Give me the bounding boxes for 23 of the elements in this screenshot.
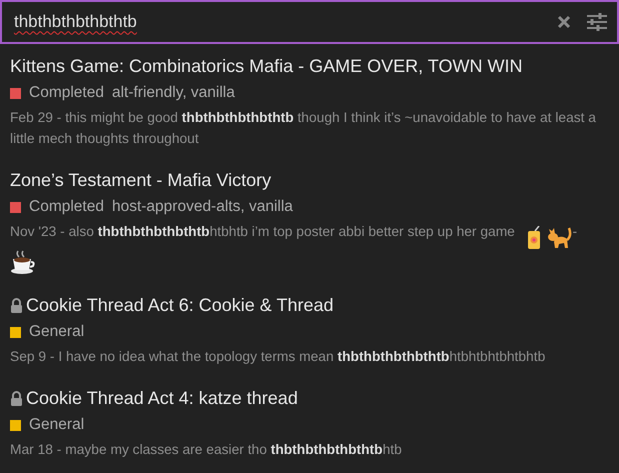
coffee-icon	[10, 250, 36, 274]
snippet-text: -	[572, 224, 578, 239]
sliders-icon	[587, 13, 607, 31]
result-snippet: Feb 29 - this might be good thbthbthbthbthtb though I think it’s ~unavoidable to have at least a little mech thoughts throughout	[10, 110, 596, 146]
result-snippet: Mar 18 - maybe my classes are easier tho thbthbthbthbthtbhtb	[10, 442, 402, 458]
cat-icon	[546, 226, 573, 250]
category-label[interactable]: General	[29, 322, 84, 342]
lock-icon	[10, 390, 23, 406]
category-label[interactable]: Completed	[29, 83, 104, 103]
search-field[interactable]: thbthbthbthbthtb	[14, 9, 553, 35]
category-label[interactable]: Completed	[29, 197, 104, 217]
result-title[interactable]: Zone’s Testament - Mafia Victory	[10, 168, 272, 192]
result-title[interactable]: Kittens Game: Combinatorics Mafia - GAME OVER, TOWN WIN	[10, 54, 522, 78]
result-snippet: Nov '23 - also thbthbthbthbthtbhtbhtb i’m top poster abbi better step up her game	[10, 224, 515, 239]
tag-list: alt-friendly, vanilla	[112, 83, 235, 103]
category-label[interactable]: General	[29, 415, 84, 436]
result-title[interactable]: Cookie Thread Act 4: katze thread	[26, 386, 298, 410]
result-snippet: Sep 9 - I have no idea what the topology terms mean thbthbthbthbthtbhtbhtbhtbhtbhtb	[10, 349, 546, 364]
tag-list: host-approved-alts, vanilla	[112, 197, 293, 217]
result-title[interactable]: Cookie Thread Act 6: Cookie & Thread	[26, 293, 334, 318]
lock-icon	[10, 298, 23, 313]
close-icon	[557, 15, 571, 29]
search-bar[interactable]: thbthbthbthbthtb	[0, 0, 619, 44]
